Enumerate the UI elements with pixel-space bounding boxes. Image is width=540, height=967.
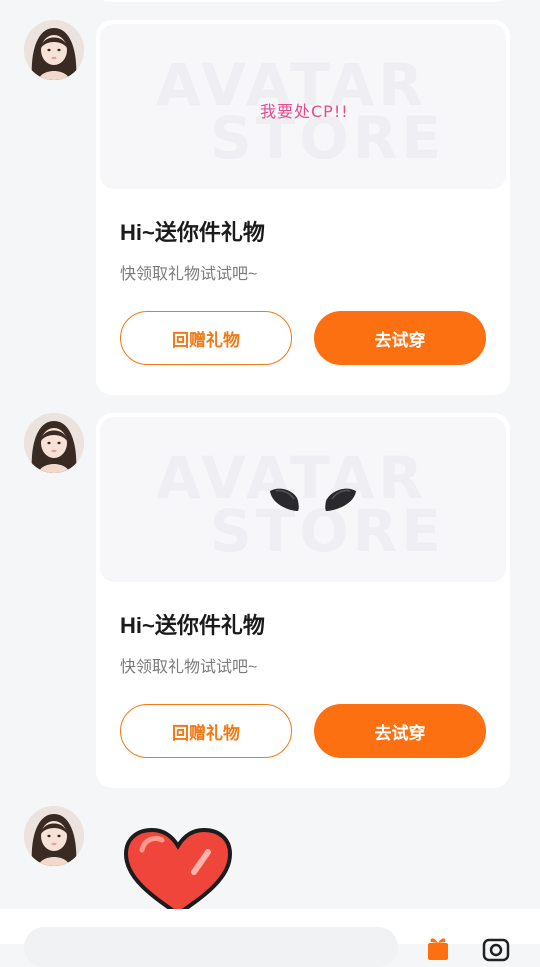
gift-preview: AVATAR STORE	[100, 417, 506, 582]
try-on-button[interactable]: 去试穿	[314, 311, 486, 365]
gift-preview-text: 我要处CP!!	[260, 102, 349, 121]
try-on-button[interactable]: 去试穿	[314, 704, 486, 758]
wings-icon	[270, 488, 356, 511]
avatar-image	[24, 413, 84, 473]
card-subtitle: 快领取礼物试试吧~	[120, 659, 258, 676]
message-row: AVATAR STORE 我要处CP!! Hi~送你件礼物 快领取礼物试试吧~ …	[0, 20, 540, 396]
card-title: Hi~送你件礼物	[120, 613, 265, 638]
gift-preview: AVATAR STORE 我要处CP!!	[100, 24, 506, 189]
gift-icon[interactable]	[424, 934, 452, 962]
card-subtitle: 快领取礼物试试吧~	[120, 266, 258, 283]
card-title: Hi~送你件礼物	[120, 220, 265, 245]
gift-card: AVATAR STORE 我要处CP!! Hi~送你件礼物 快领取礼物试试吧~ …	[96, 20, 510, 395]
bottom-input-bar	[0, 909, 540, 967]
gift-card: AVATAR STORE Hi~送你件礼物 快领取礼物试试吧~ 回赠礼物 去试穿	[96, 413, 510, 788]
avatar-image	[24, 806, 84, 866]
message-row	[0, 806, 540, 916]
message-input[interactable]	[24, 927, 398, 967]
avatar[interactable]	[24, 806, 84, 866]
camera-icon[interactable]	[482, 934, 510, 962]
message-row: AVATAR STORE Hi~送你件礼物 快领取礼物试试吧~ 回赠礼物 去试穿	[0, 413, 540, 789]
avatar-image	[24, 20, 84, 80]
return-gift-button[interactable]: 回赠礼物	[120, 311, 292, 365]
previous-card-edge	[96, 0, 510, 2]
return-gift-button[interactable]: 回赠礼物	[120, 704, 292, 758]
avatar[interactable]	[24, 413, 84, 473]
heart-sticker-icon[interactable]	[122, 826, 234, 916]
avatar[interactable]	[24, 20, 84, 80]
